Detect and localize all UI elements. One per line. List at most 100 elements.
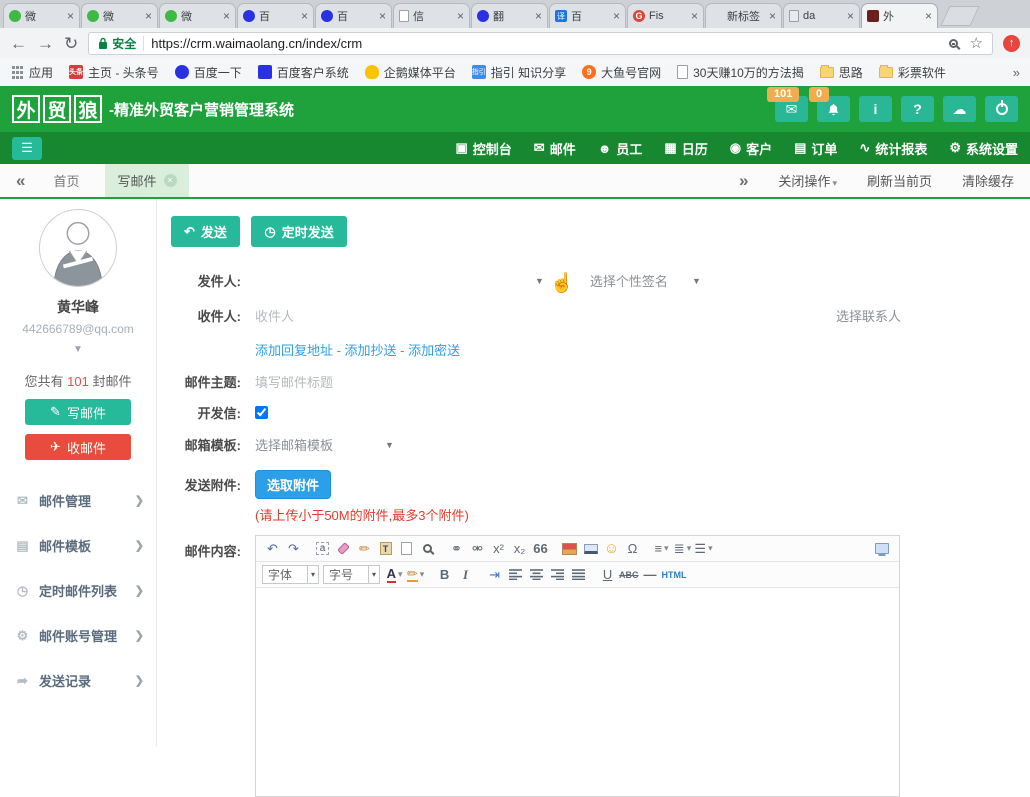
strikethrough-icon[interactable]: ABC <box>619 565 639 584</box>
browser-tab[interactable]: 微× <box>3 3 80 28</box>
nav-item-customer[interactable]: ◉客户 <box>730 139 772 158</box>
scheduled-send-button[interactable]: ◷定时发送 <box>251 216 346 247</box>
tab-close-icon[interactable]: × <box>145 10 152 22</box>
nav-item-staff[interactable]: ☻员工 <box>598 139 643 158</box>
hamburger-button[interactable]: ☰ <box>12 137 42 160</box>
chevron-down-icon[interactable]: ▼ <box>535 276 544 286</box>
zoom-out-icon[interactable] <box>949 39 958 48</box>
alignment-dropdown[interactable]: ≡▾ <box>652 539 671 558</box>
tab-close-icon[interactable]: × <box>925 10 932 22</box>
undo-icon[interactable]: ↶ <box>263 539 282 558</box>
paragraph-spacing-dropdown[interactable]: ☰▾ <box>694 539 713 558</box>
tab-close-icon[interactable]: × <box>535 10 542 22</box>
paste-icon[interactable]: T <box>376 539 395 558</box>
sidebar-item-mail-template[interactable]: ▤邮件模板❯ <box>0 523 156 568</box>
browser-tab[interactable]: 百× <box>237 3 314 28</box>
browser-tab[interactable]: 信× <box>393 3 470 28</box>
recipient-input[interactable]: 收件人 <box>255 306 294 325</box>
messages-button[interactable]: ✉101 <box>775 96 808 122</box>
tab-home[interactable]: 首页 <box>53 171 79 190</box>
bookmark-item[interactable]: 9大鱼号官网 <box>582 64 661 81</box>
select-contact-link[interactable]: 选择联系人 <box>836 306 901 325</box>
bookmark-star-icon[interactable]: ☆ <box>970 34 983 52</box>
reload-icon[interactable]: ↻ <box>64 35 78 52</box>
tab-close-icon[interactable]: × <box>164 174 177 187</box>
forward-icon[interactable]: → <box>37 35 54 52</box>
signature-select[interactable]: 选择个性签名 <box>590 271 668 290</box>
nav-item-report[interactable]: ∿统计报表 <box>859 139 927 158</box>
browser-tab[interactable]: 新标签× <box>705 3 782 28</box>
chrome-update-icon[interactable]: ↑ <box>1003 35 1020 52</box>
nav-item-console[interactable]: ▣控制台 <box>455 139 511 158</box>
blockquote-icon[interactable]: 66 <box>531 539 550 558</box>
tab-close-icon[interactable]: × <box>457 10 464 22</box>
sidebar-item-mail-account[interactable]: ⚙邮件账号管理❯ <box>0 613 156 658</box>
horizontal-rule-icon[interactable]: — <box>641 565 660 584</box>
screen-icon[interactable] <box>581 539 600 558</box>
underline-icon[interactable]: U <box>598 565 617 584</box>
bookmark-item[interactable]: 彩票软件 <box>879 64 946 81</box>
browser-tab[interactable]: GFis× <box>627 3 704 28</box>
tab-close-icon[interactable]: × <box>67 10 74 22</box>
emoji-icon[interactable]: ☺ <box>602 539 621 558</box>
bookmark-item[interactable]: 百度一下 <box>175 64 242 81</box>
logout-button[interactable] <box>985 96 1018 122</box>
avatar[interactable] <box>39 209 117 287</box>
notifications-button[interactable]: 0 <box>817 96 850 122</box>
align-center-icon[interactable] <box>527 565 546 584</box>
special-char-icon[interactable]: Ω <box>623 539 642 558</box>
justify-icon[interactable] <box>569 565 588 584</box>
eraser-icon[interactable] <box>334 539 353 558</box>
font-color-icon[interactable]: A▾ <box>385 565 404 584</box>
clear-cache-button[interactable]: 清除缓存 <box>962 171 1014 190</box>
bookmark-item[interactable]: 指引指引 知识分享 <box>472 64 566 81</box>
subject-input[interactable]: 填写邮件标题 <box>255 372 333 391</box>
bookmark-apps[interactable]: 应用 <box>10 64 53 81</box>
nav-item-order[interactable]: ▤订单 <box>794 139 837 158</box>
receive-mail-button[interactable]: ✈收邮件 <box>25 434 131 460</box>
browser-tab[interactable]: da× <box>783 3 860 28</box>
nav-item-calendar[interactable]: ▦日历 <box>664 139 707 158</box>
scroll-tabs-left-icon[interactable]: « <box>16 171 25 191</box>
font-size-select[interactable]: 字号▾ <box>323 565 380 584</box>
bold-icon[interactable]: B <box>435 565 454 584</box>
help-button[interactable]: ? <box>901 96 934 122</box>
preview-icon[interactable] <box>418 539 437 558</box>
tab-compose-active[interactable]: 写邮件× <box>105 164 188 197</box>
sidebar-item-scheduled-mail[interactable]: ◷定时邮件列表❯ <box>0 568 156 613</box>
tab-close-icon[interactable]: × <box>223 10 230 22</box>
tab-close-icon[interactable]: × <box>847 10 854 22</box>
nav-item-mail[interactable]: ✉邮件 <box>534 139 576 158</box>
auto-typeset-icon[interactable]: a <box>313 539 332 558</box>
chevron-down-icon[interactable]: ▼ <box>385 440 394 450</box>
tab-close-icon[interactable]: × <box>301 10 308 22</box>
scroll-tabs-right-icon[interactable]: » <box>739 171 748 191</box>
browser-tab-active[interactable]: 外× <box>861 3 938 28</box>
tab-close-icon[interactable]: × <box>379 10 386 22</box>
indent-icon[interactable]: ⇥ <box>485 565 504 584</box>
bookmark-item[interactable]: 30天赚10万的方法揭 <box>677 64 804 81</box>
format-painter-icon[interactable]: ✏ <box>355 539 374 558</box>
html-source-icon[interactable]: HTML <box>662 565 687 584</box>
account-dropdown-icon[interactable]: ▼ <box>0 344 156 355</box>
highlight-icon[interactable]: ✏▾ <box>406 565 425 584</box>
bookmark-item[interactable]: 思路 <box>820 64 863 81</box>
new-tab-button[interactable] <box>940 6 979 26</box>
tab-close-icon[interactable]: × <box>769 10 776 22</box>
browser-tab[interactable]: 微× <box>81 3 158 28</box>
url-text[interactable]: https://crm.waimaolang.cn/index/crm <box>151 36 362 51</box>
info-button[interactable]: i <box>859 96 892 122</box>
browser-tab[interactable]: 微× <box>159 3 236 28</box>
link-icon[interactable]: ⚭ <box>447 539 466 558</box>
bookmark-item[interactable]: 头条主页 - 头条号 <box>69 64 159 81</box>
align-left-icon[interactable] <box>506 565 525 584</box>
add-reply-cc-bcc-links[interactable]: 添加回复地址 - 添加抄送 - 添加密送 <box>255 340 460 359</box>
fullscreen-icon[interactable] <box>875 543 889 554</box>
tab-close-icon[interactable]: × <box>691 10 698 22</box>
chevron-down-icon[interactable]: ▼ <box>692 276 701 286</box>
compose-mail-button[interactable]: ✎写邮件 <box>25 399 131 425</box>
sidebar-item-send-record[interactable]: ➦发送记录❯ <box>0 658 156 703</box>
back-icon[interactable]: ← <box>10 35 27 52</box>
font-family-select[interactable]: 字体▾ <box>262 565 319 584</box>
send-button[interactable]: ↶发送 <box>171 216 240 247</box>
